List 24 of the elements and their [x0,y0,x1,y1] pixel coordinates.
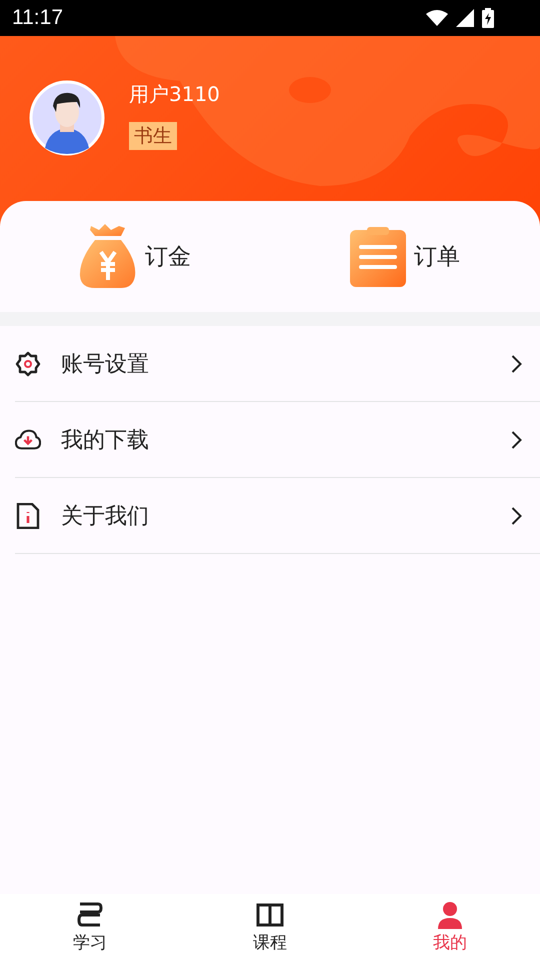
person-icon [436,900,464,928]
document-info-icon [15,502,41,528]
rank-badge: 书生 [129,122,177,150]
chevron-right-icon [511,506,522,524]
signal-icon [456,9,474,27]
user-name: 用户3110 [129,80,220,108]
chevron-right-icon [511,354,522,372]
menu-item[interactable]: 账号设置 [15,326,540,402]
nav-tab[interactable]: 课程 [180,894,360,960]
status-time: 11:17 [12,6,63,30]
wifi-icon [426,10,448,26]
clipboard-icon [350,226,406,286]
book-icon [256,900,284,928]
shortcut-label[interactable]: 订金 [145,241,191,272]
money-bag-icon [79,224,137,290]
shortcut-label[interactable]: 订单 [414,241,460,272]
cloud-download-icon [15,426,41,452]
battery-icon [482,8,494,28]
menu-item[interactable]: 我的下载 [15,402,540,478]
nav-tab[interactable]: 学习 [0,894,180,960]
nav-tab[interactable]: 我的 [360,894,540,960]
chevron-right-icon [511,430,522,448]
menu-item[interactable]: 关于我们 [15,478,540,554]
gear-icon [15,350,41,376]
